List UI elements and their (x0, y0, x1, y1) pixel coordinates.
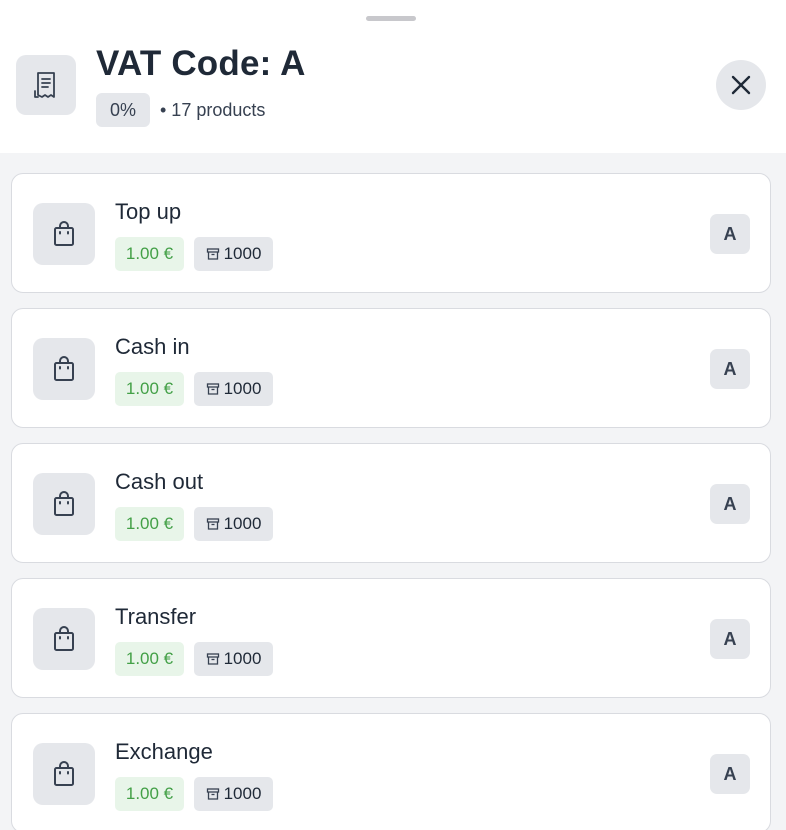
vat-code-sheet: VAT Code: A 0% • 17 products Top up 1.00… (0, 0, 786, 830)
shopping-bag-icon (33, 473, 95, 535)
archive-box-icon (206, 788, 219, 800)
products-count: • 17 products (160, 100, 266, 120)
product-card[interactable]: Exchange 1.00 € 1000 A (11, 713, 771, 830)
stock-badge: 1000 (194, 777, 273, 811)
stock-badge: 1000 (194, 507, 273, 541)
archive-box-icon (206, 653, 219, 665)
sheet-header: VAT Code: A 0% • 17 products (0, 0, 786, 153)
product-list: Top up 1.00 € 1000 A Cash in 1.00 € 1000… (0, 153, 786, 830)
vat-code-badge: A (710, 214, 750, 254)
close-button[interactable] (716, 60, 766, 110)
shopping-bag-icon (33, 203, 95, 265)
shopping-bag-icon (33, 743, 95, 805)
product-name: Top up (115, 199, 182, 224)
vat-code-badge: A (710, 484, 750, 524)
product-name: Cash in (115, 334, 190, 359)
product-card[interactable]: Cash in 1.00 € 1000 A (11, 308, 771, 428)
page-title: VAT Code: A (96, 44, 306, 83)
product-card[interactable]: Cash out 1.00 € 1000 A (11, 443, 771, 563)
product-name: Cash out (115, 469, 204, 494)
price-badge: 1.00 € (115, 237, 184, 271)
product-name: Exchange (115, 739, 213, 764)
stock-value: 1000 (223, 514, 262, 533)
archive-box-icon (206, 518, 219, 530)
price-badge: 1.00 € (115, 642, 184, 676)
shopping-bag-icon (33, 608, 95, 670)
drag-handle[interactable] (366, 16, 416, 21)
archive-box-icon (206, 383, 219, 395)
shopping-bag-icon (33, 338, 95, 400)
vat-rate-badge: 0% (96, 93, 150, 127)
product-card[interactable]: Transfer 1.00 € 1000 A (11, 578, 771, 698)
vat-code-badge: A (710, 619, 750, 659)
close-icon (731, 75, 751, 95)
vat-code-badge: A (710, 349, 750, 389)
archive-box-icon (206, 248, 219, 260)
stock-badge: 1000 (194, 237, 273, 271)
stock-badge: 1000 (194, 372, 273, 406)
stock-value: 1000 (223, 379, 262, 398)
vat-code-badge: A (710, 754, 750, 794)
receipt-icon (16, 55, 76, 115)
price-badge: 1.00 € (115, 777, 184, 811)
price-badge: 1.00 € (115, 372, 184, 406)
product-card[interactable]: Top up 1.00 € 1000 A (11, 173, 771, 293)
stock-value: 1000 (223, 244, 262, 263)
stock-value: 1000 (223, 649, 262, 668)
stock-badge: 1000 (194, 642, 273, 676)
product-name: Transfer (115, 604, 197, 629)
price-badge: 1.00 € (115, 507, 184, 541)
stock-value: 1000 (223, 784, 262, 803)
